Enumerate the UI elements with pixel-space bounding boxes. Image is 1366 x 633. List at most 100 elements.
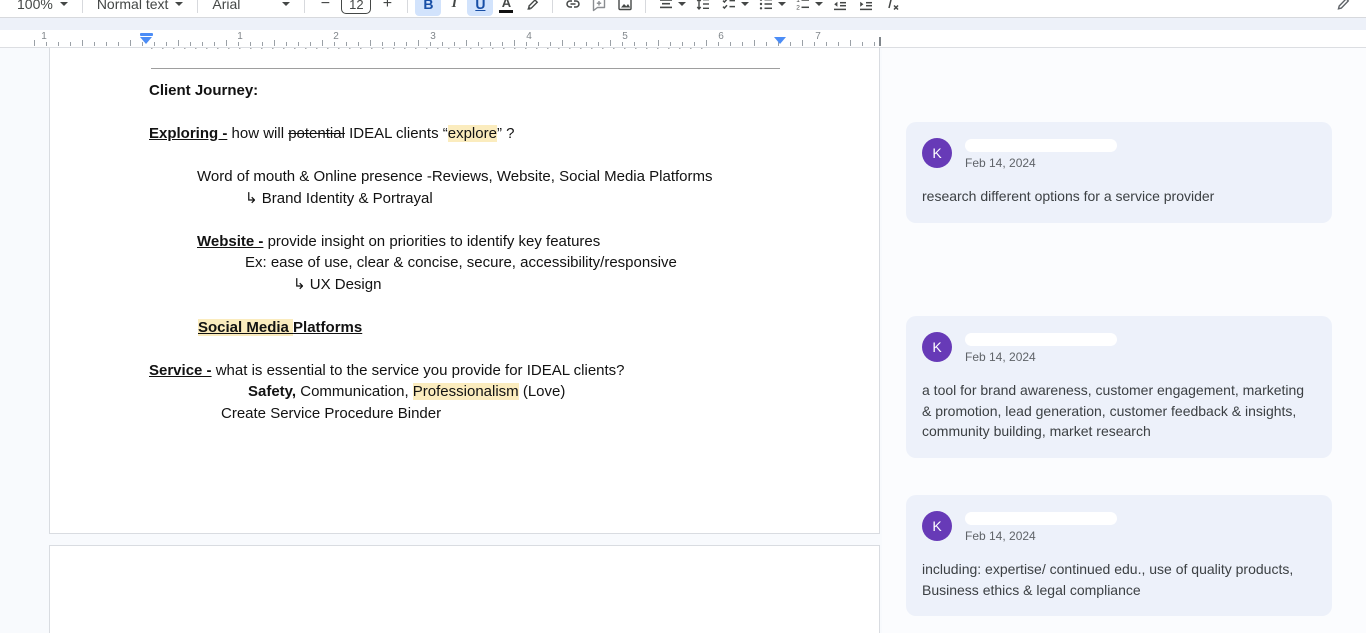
svg-text:2: 2 — [797, 5, 801, 12]
right-indent-marker[interactable] — [774, 37, 786, 44]
doc-line[interactable]: Word of mouth & Online presence -Reviews… — [149, 166, 809, 188]
insert-image-button[interactable] — [612, 0, 638, 16]
align-icon — [657, 0, 675, 13]
style-value: Normal text — [97, 0, 169, 12]
comment-date: Feb 14, 2024 — [965, 156, 1117, 170]
document-page-1[interactable]: Client Journey: Exploring - how will pote… — [49, 48, 880, 534]
italic-button[interactable]: I — [441, 0, 467, 16]
text-run: (Love) — [519, 383, 566, 400]
font-select[interactable]: Arial — [205, 0, 297, 12]
doc-line[interactable]: Client Journey: — [149, 80, 809, 102]
clear-formatting-button[interactable] — [879, 0, 905, 16]
increase-font-size-button[interactable]: + — [374, 0, 400, 16]
font-value: Arial — [212, 0, 240, 12]
editor-canvas: Client Journey: Exploring - how will pote… — [0, 48, 1366, 633]
text-run: ↳ UX Design — [293, 276, 381, 293]
chevron-down-icon — [175, 2, 183, 6]
redacted-author-name — [965, 139, 1117, 152]
text-color-swatch — [499, 10, 513, 13]
first-line-indent-marker[interactable] — [140, 33, 153, 36]
align-button[interactable] — [653, 0, 690, 13]
doc-line[interactable]: Ex: ease of use, clear & concise, secure… — [149, 252, 809, 274]
text-run: Create Service Procedure Binder — [221, 405, 441, 422]
text-run: Professionalism — [413, 383, 519, 400]
comment-date: Feb 14, 2024 — [965, 350, 1117, 364]
doc-line[interactable]: ↳ UX Design — [149, 274, 809, 296]
text-run: potential — [288, 125, 345, 142]
checklist-icon — [720, 0, 738, 13]
comment-text: including: expertise/ continued edu., us… — [922, 559, 1316, 600]
editing-mode-button[interactable] — [1330, 0, 1356, 16]
doc-line[interactable]: Website - provide insight on priorities … — [149, 231, 809, 253]
ruler[interactable]: 11234567 — [0, 30, 1366, 48]
chevron-down-icon — [282, 2, 290, 6]
text-run: ↳ Brand Identity & Portrayal — [245, 190, 433, 207]
doc-line[interactable]: Safety, Communication, Professionalism (… — [149, 381, 809, 403]
comment-header: K Feb 14, 2024 — [922, 138, 1316, 172]
blank-line[interactable] — [149, 338, 809, 360]
line-spacing-icon — [694, 0, 712, 13]
bulleted-list-icon — [757, 0, 775, 13]
comment-card[interactable]: K Feb 14, 2024 research different options … — [906, 122, 1332, 223]
bold-button[interactable]: B — [415, 0, 441, 16]
text-run: Platforms — [293, 319, 362, 336]
highlight-color-button[interactable] — [519, 0, 545, 16]
line-spacing-button[interactable] — [690, 0, 716, 16]
font-size-input[interactable]: 12 — [341, 0, 371, 14]
numbered-list-icon: 12 — [794, 0, 812, 13]
toolbar-divider — [197, 0, 198, 13]
add-comment-button[interactable] — [586, 0, 612, 16]
editing-mode-pencil-icon — [1334, 0, 1352, 13]
redacted-author-name — [965, 333, 1117, 346]
document-page-2[interactable] — [49, 545, 880, 633]
text-color-label: A — [502, 0, 511, 9]
bulleted-list-button[interactable] — [753, 0, 790, 13]
doc-line[interactable]: Service - what is essential to the servi… — [149, 360, 809, 382]
text-run: Exploring - — [149, 125, 227, 142]
decrease-indent-button[interactable] — [827, 0, 853, 16]
text-run: Communication, — [296, 383, 413, 400]
doc-line[interactable]: Exploring - how will potential IDEAL cli… — [149, 123, 809, 145]
avatar: K — [922, 138, 952, 168]
horizontal-rule — [151, 68, 780, 69]
text-run: Word of mouth & Online presence -Reviews… — [197, 168, 713, 185]
comment-meta: Feb 14, 2024 — [965, 138, 1117, 170]
comment-header: KFeb 14, 2024 — [922, 511, 1316, 545]
blank-line[interactable] — [149, 295, 809, 317]
doc-line[interactable]: Create Service Procedure Binder — [149, 403, 809, 425]
document-text[interactable]: Client Journey: Exploring - how will pote… — [149, 80, 809, 424]
increase-indent-button[interactable] — [853, 0, 879, 16]
chevron-down-icon — [60, 2, 68, 6]
underline-button[interactable]: U — [467, 0, 493, 16]
numbered-list-button[interactable]: 12 — [790, 0, 827, 13]
blank-line[interactable] — [149, 209, 809, 231]
checklist-button[interactable] — [716, 0, 753, 13]
text-color-button[interactable]: A — [493, 0, 519, 16]
left-indent-triangle — [140, 37, 152, 44]
blank-line[interactable] — [149, 102, 809, 124]
comment-meta: Feb 14, 2024 — [965, 511, 1117, 543]
blank-line[interactable] — [149, 145, 809, 167]
comment-text: a tool for brand awareness, customer eng… — [922, 380, 1316, 442]
zoom-select[interactable]: 100% — [10, 0, 75, 12]
text-run: Social Media — [198, 319, 293, 336]
doc-line[interactable]: Social Media Platforms — [149, 317, 809, 339]
comment-text: research different options for a service… — [922, 186, 1316, 207]
comments-panel: K Feb 14, 2024 research different options … — [882, 48, 1366, 633]
text-run: IDEAL clients “ — [345, 125, 448, 142]
text-run: ” ? — [497, 125, 515, 142]
comment-card[interactable]: KFeb 14, 2024a tool for brand awareness,… — [906, 316, 1332, 458]
paragraph-style-select[interactable]: Normal text — [90, 0, 191, 12]
chevron-down-icon — [741, 2, 749, 6]
comment-card[interactable]: KFeb 14, 2024 including: expertise/ conti… — [906, 495, 1332, 616]
insert-link-button[interactable] — [560, 0, 586, 16]
zoom-value: 100% — [17, 0, 53, 12]
comment-meta: Feb 14, 2024 — [965, 332, 1117, 364]
chevron-down-icon — [678, 2, 686, 6]
clear-formatting-icon — [883, 0, 901, 13]
left-indent-marker[interactable] — [140, 33, 153, 44]
toolbar-gap — [0, 18, 1366, 30]
image-icon — [616, 0, 634, 13]
decrease-font-size-button[interactable]: − — [312, 0, 338, 16]
doc-line[interactable]: ↳ Brand Identity & Portrayal — [149, 188, 809, 210]
